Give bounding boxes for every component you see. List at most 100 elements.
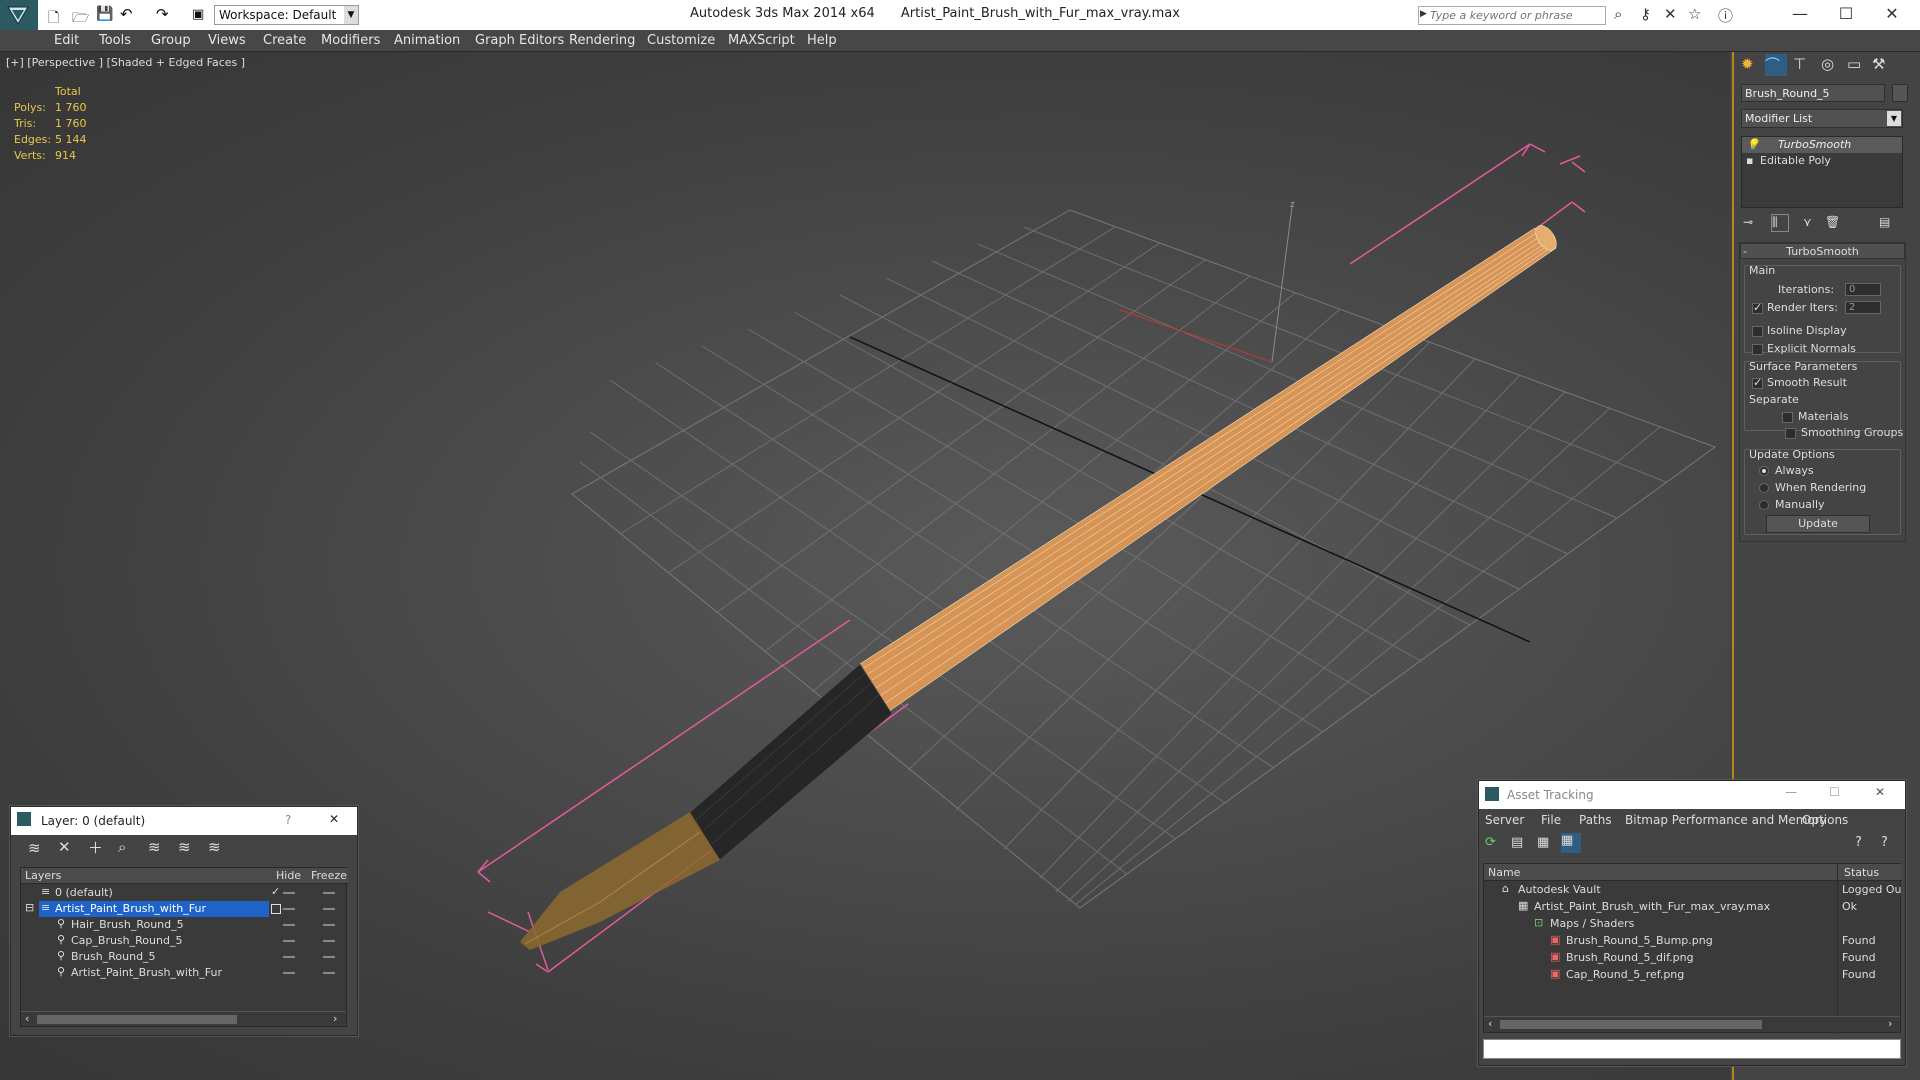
configure-sets-icon[interactable]: ▤ [1879,215,1890,229]
smooth-result-checkbox[interactable] [1752,376,1763,389]
layer-close-button[interactable]: ✕ [329,812,339,826]
scroll-right-icon[interactable]: › [333,1012,337,1025]
utilities-tab-icon[interactable]: ⚒ [1872,55,1885,73]
hide-toggle[interactable] [283,972,295,974]
hide-toggle[interactable] [283,956,295,958]
workspace-dropdown[interactable]: Workspace: Default ▼ [214,5,359,25]
asset-maximize-button[interactable]: ☐ [1829,785,1840,799]
menu-maxscript[interactable]: MAXScript [728,33,795,48]
asset-row[interactable]: ▣ Cap_Round_5_ref.png Found [1484,967,1902,983]
asset-menu-server[interactable]: Server [1485,813,1524,827]
search-box[interactable]: ▶ [1418,6,1606,25]
scroll-left-icon[interactable]: ‹ [25,1012,29,1025]
scroll-thumb[interactable] [1500,1020,1762,1029]
when-rendering-radio[interactable] [1759,483,1769,493]
layer-object-row[interactable]: ⚲ Cap_Brush_Round_5 [21,933,348,949]
help-icon[interactable]: ⓘ [1718,5,1733,26]
asset-menu-file[interactable]: File [1541,813,1561,827]
manually-radio[interactable] [1759,500,1769,510]
menu-create[interactable]: Create [263,33,306,48]
object-color-swatch[interactable] [1892,84,1908,102]
asset-menu-paths[interactable]: Paths [1579,813,1612,827]
delete-layer-icon[interactable]: ✕ [58,838,71,856]
materials-checkbox[interactable] [1782,412,1793,423]
freeze-toggle[interactable] [323,908,335,910]
column-freeze[interactable]: Freeze [311,869,347,882]
menu-customize[interactable]: Customize [647,33,715,48]
asset-row[interactable]: ▦ Artist_Paint_Brush_with_Fur_max_vray.m… [1484,899,1902,915]
maximize-button[interactable]: ☐ [1836,4,1856,24]
object-name-field[interactable]: Brush_Round_5 [1741,84,1885,102]
column-status[interactable]: Status [1844,866,1879,879]
exchange-icon[interactable]: ✕ [1664,5,1677,23]
hide-toggle[interactable] [283,908,295,910]
layers-icon[interactable]: ≋ [28,839,41,857]
scroll-thumb[interactable] [37,1015,237,1024]
hide-toggle[interactable] [283,940,295,942]
highlight-layer-icon[interactable]: ≋ [148,838,161,856]
menu-tools[interactable]: Tools [99,33,131,48]
create-tab-icon[interactable]: ✹ [1741,55,1754,73]
display-tab-icon[interactable]: ▭ [1847,55,1861,73]
minimize-button[interactable]: — [1790,4,1810,24]
iterations-spinner[interactable]: 0 [1845,283,1881,296]
hide-all-icon[interactable]: ≋ [178,838,191,856]
remove-modifier-icon[interactable]: 🗑 [1825,215,1840,229]
layer-row[interactable]: ≡ 0 (default) ✓ [21,885,348,901]
modifier-list-dropdown[interactable]: Modifier List ▼ [1741,109,1903,128]
asset-row[interactable]: ▣ Brush_Round_5_Bump.png Found [1484,933,1902,949]
open-file-icon[interactable]: 🗁 [72,7,89,31]
collapse-box-icon[interactable]: ⊟ [25,901,34,914]
pin-stack-icon[interactable]: ⊸ [1743,215,1753,229]
redo-icon[interactable]: ↷ [156,5,169,23]
expand-icon[interactable]: ▪ [1746,154,1756,167]
new-file-icon[interactable]: 🗋 [48,7,59,31]
hide-toggle[interactable] [283,924,295,926]
layer-row[interactable]: ⊟ ≡ Artist_Paint_Brush_with_Fur [21,901,348,917]
menu-help[interactable]: Help [807,33,837,48]
smoothing-groups-checkbox[interactable] [1785,428,1796,439]
freeze-toggle[interactable] [323,924,335,926]
asset-row[interactable]: ⌂ Autodesk Vault Logged Ou [1484,882,1902,898]
asset-menu-bitmap[interactable]: Bitmap Performance and Memory [1625,813,1827,827]
menu-rendering[interactable]: Rendering [569,33,635,48]
layer-object-row[interactable]: ⚲ Artist_Paint_Brush_with_Fur [21,965,348,981]
list-view-icon[interactable]: ▤ [1511,835,1523,850]
column-name[interactable]: Name [1488,866,1520,879]
render-iters-checkbox[interactable] [1752,301,1763,314]
current-layer-box[interactable] [271,904,281,914]
freeze-all-icon[interactable]: ≋ [208,838,221,856]
scroll-left-icon[interactable]: ‹ [1488,1017,1492,1030]
binoculars-icon[interactable]: ⌕ [1614,5,1622,23]
rollout-title[interactable]: - TurboSmooth [1740,243,1905,259]
layer-window-header[interactable]: Layer: 0 (default) ? ✕ [11,807,357,835]
close-button[interactable]: ✕ [1882,4,1902,24]
column-layers[interactable]: Layers [25,869,61,882]
layer-horizontal-scrollbar[interactable]: ‹ › [21,1011,346,1026]
app-logo[interactable] [0,0,38,30]
stack-item-turbosmooth[interactable]: 💡 TurboSmooth [1742,137,1902,153]
asset-horizontal-scrollbar[interactable]: ‹ › [1484,1016,1900,1032]
add-to-layer-icon[interactable]: ＋ [88,837,103,858]
make-unique-icon[interactable]: ⋎ [1803,215,1812,229]
table-view-icon[interactable]: ▦ [1561,833,1581,853]
layer-object-row[interactable]: ⚲ Brush_Round_5 [21,949,348,965]
motion-tab-icon[interactable]: ◎ [1821,55,1834,73]
explicit-normals-checkbox[interactable] [1752,344,1763,355]
refresh-icon[interactable]: ⟳ [1485,835,1496,850]
tree-view-icon[interactable]: ▦ [1537,835,1549,850]
freeze-toggle[interactable] [323,972,335,974]
freeze-toggle[interactable] [323,956,335,958]
asset-minimize-button[interactable]: — [1785,785,1797,799]
column-hide[interactable]: Hide [276,869,301,882]
show-end-result-icon[interactable]: ⫼ [1771,214,1789,232]
hide-toggle[interactable] [283,892,295,894]
select-in-layer-icon[interactable]: ⌕ [118,838,126,856]
asset-row[interactable]: ⊡ Maps / Shaders [1484,916,1902,932]
freeze-toggle[interactable] [323,940,335,942]
isoline-checkbox[interactable] [1752,326,1763,337]
stack-item-editable-poly[interactable]: ▪ Editable Poly [1742,153,1902,169]
always-radio[interactable] [1759,466,1769,476]
asset-window-header[interactable]: Asset Tracking — ☐ ✕ [1479,781,1905,809]
save-icon[interactable]: 💾 [96,6,113,22]
